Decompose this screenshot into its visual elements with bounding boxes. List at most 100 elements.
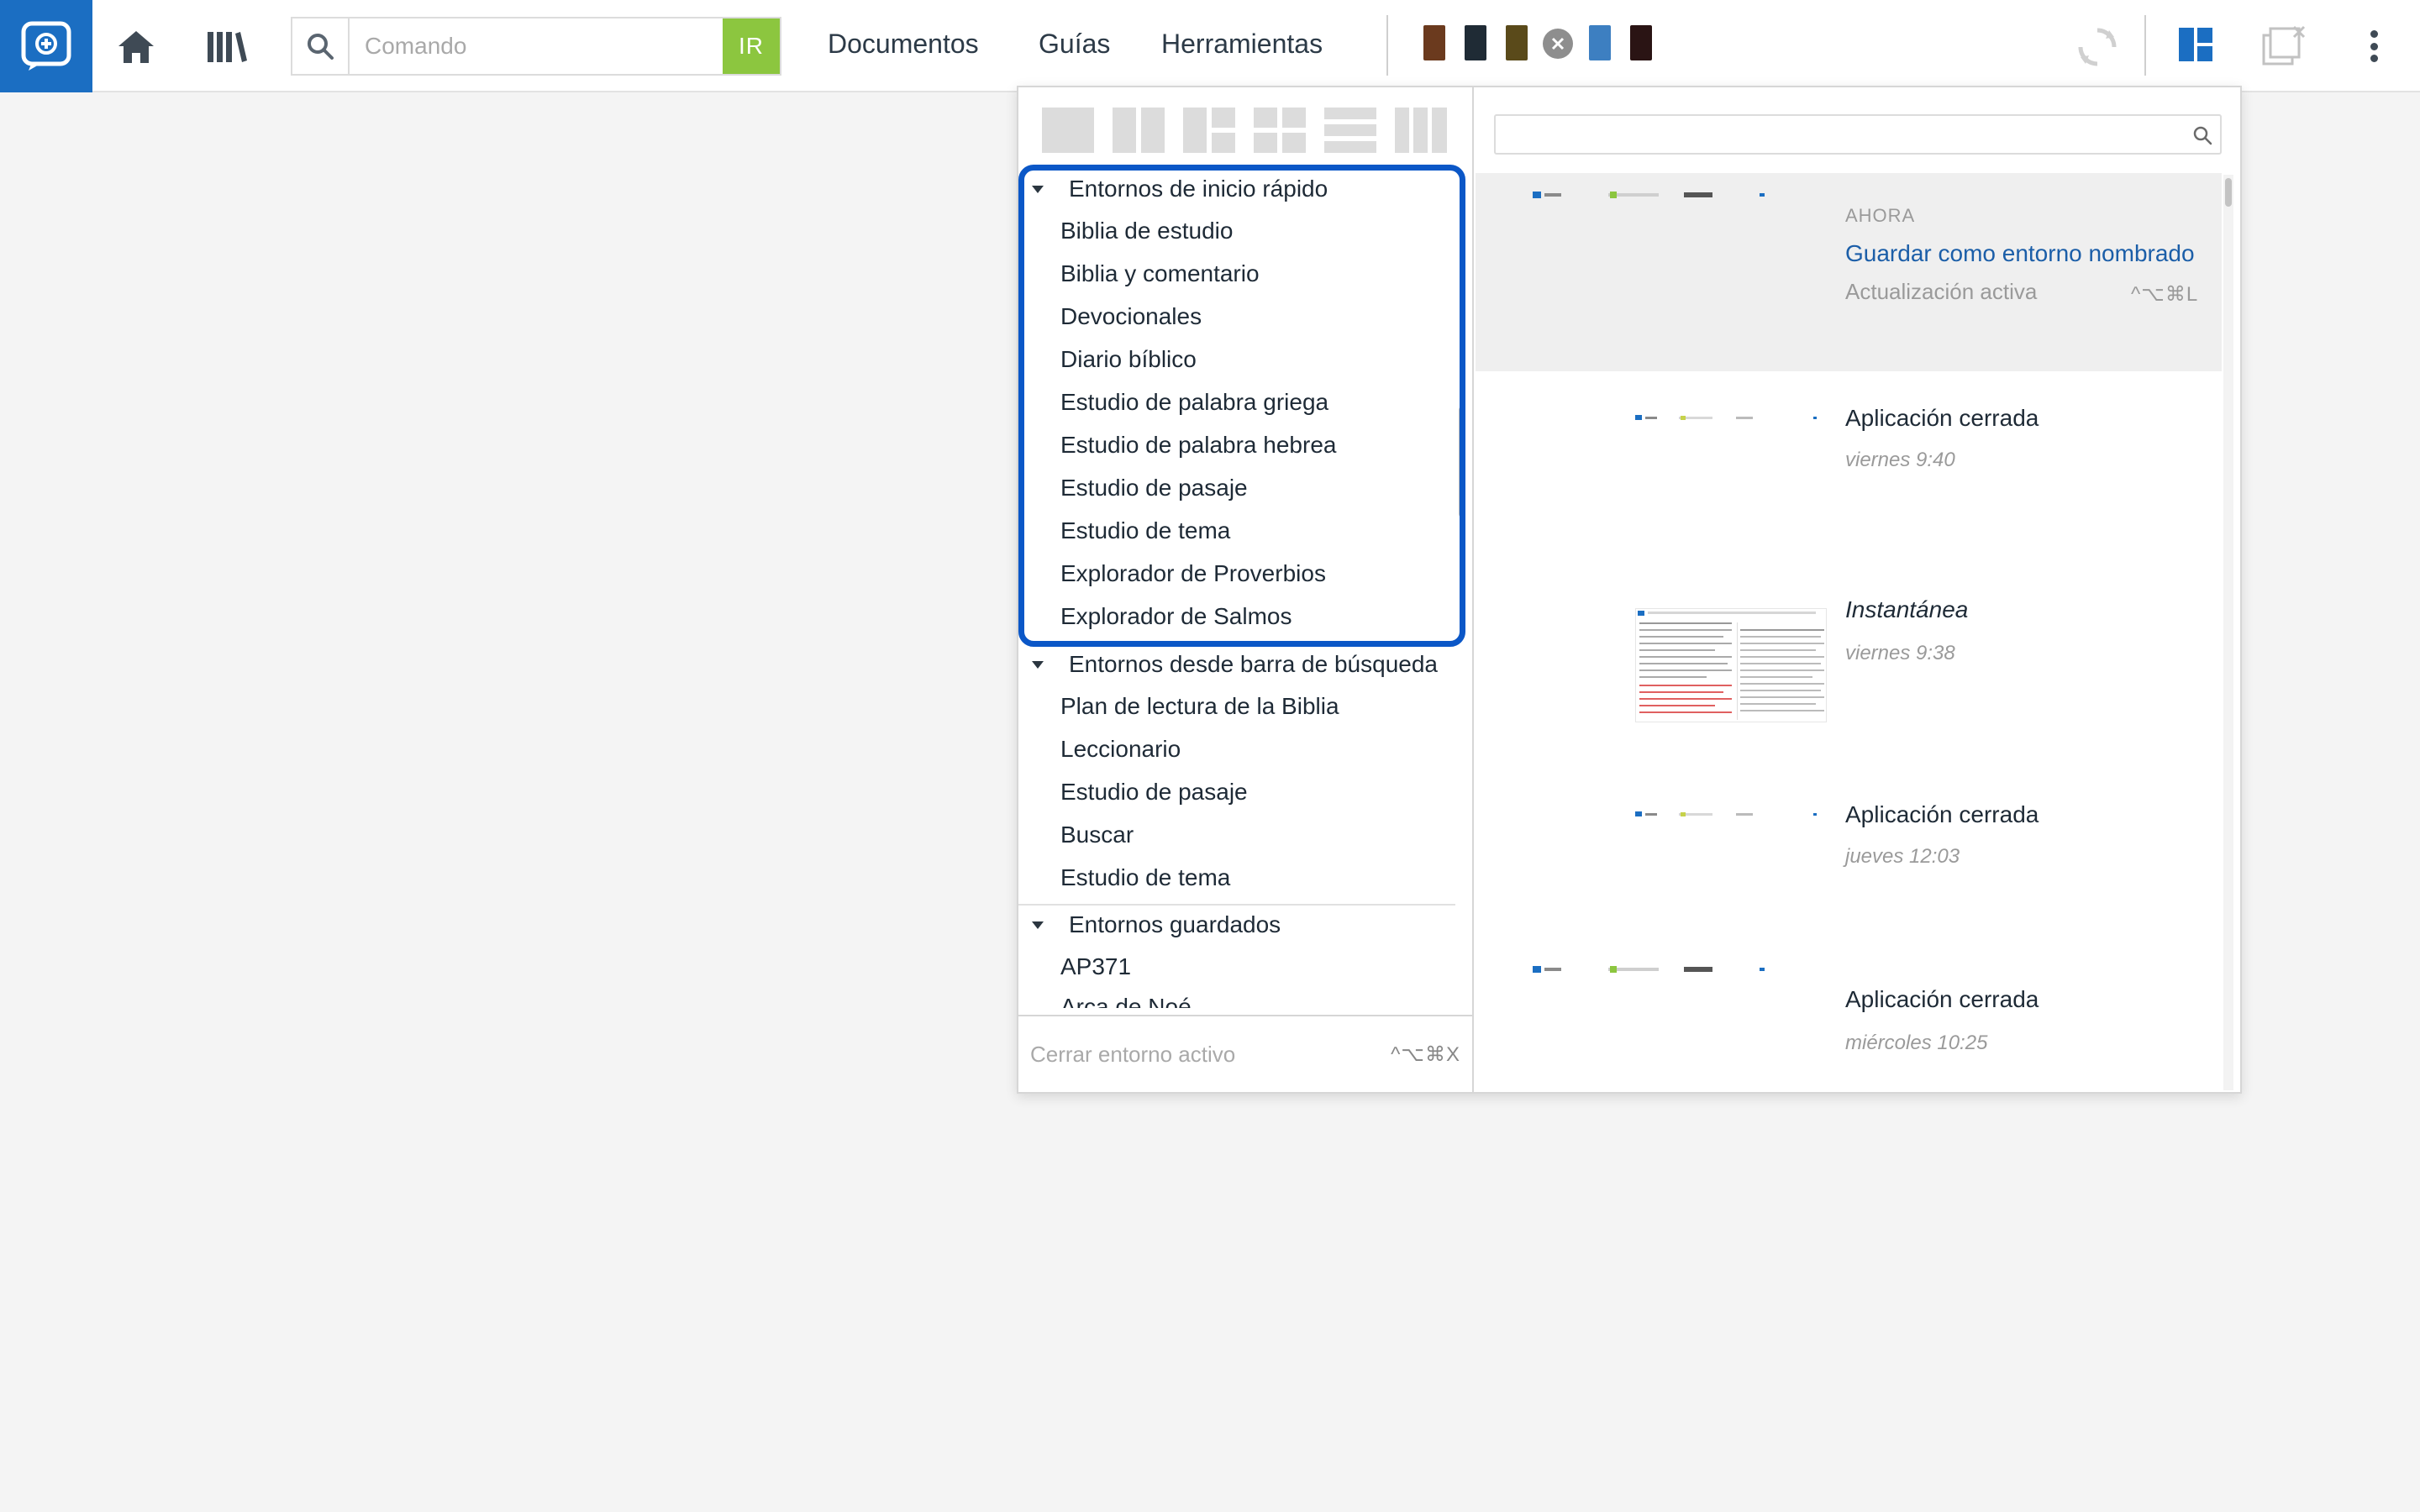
history-list: AHORA Guardar como entorno nombrado Actu… xyxy=(1476,173,2222,1092)
save-named-layout-link[interactable]: Guardar como entorno nombrado xyxy=(1845,240,2195,267)
history-time: viernes 9:40 xyxy=(1845,449,1955,471)
more-dot-icon xyxy=(2370,42,2378,50)
layout-thumbnail xyxy=(1533,192,1785,198)
history-time: jueves 12:03 xyxy=(1845,845,1960,868)
list-item[interactable]: Estudio de pasaje xyxy=(1060,467,1248,509)
list-item[interactable]: Plan de lectura de la Biblia xyxy=(1060,685,1339,727)
close-layout-row[interactable]: Cerrar entorno activo ^⌥⌘X xyxy=(1018,1015,1472,1092)
list-item[interactable]: Biblia de estudio xyxy=(1060,210,1233,252)
history-entry[interactable]: Instantánea viernes 9:38 xyxy=(1476,570,2222,768)
list-item[interactable]: Leccionario xyxy=(1060,728,1181,770)
layout-rows-icon[interactable] xyxy=(1324,108,1376,153)
recent-resource-6[interactable] xyxy=(1630,25,1652,60)
command-input[interactable] xyxy=(350,18,723,74)
history-search-box xyxy=(1494,114,2222,155)
tree-scrollbar-thumb[interactable] xyxy=(1459,407,1465,517)
layouts-icon xyxy=(2179,28,2212,61)
toolbar-divider-right xyxy=(2144,15,2146,76)
group-quickstart-layouts[interactable]: Entornos de inicio rápido xyxy=(1018,168,1464,210)
logos-logo-icon xyxy=(21,21,71,71)
history-title: Aplicación cerrada xyxy=(1845,801,2039,827)
layouts-panel: Entornos de inicio rápido Biblia de estu… xyxy=(1017,86,2242,1094)
history-entry-current[interactable]: AHORA Guardar como entorno nombrado Actu… xyxy=(1476,173,2222,371)
list-item[interactable]: Devocionales xyxy=(1060,296,1202,338)
recent-resource-3[interactable] xyxy=(1506,25,1528,60)
history-shortcut: ^⌥⌘L xyxy=(2131,283,2199,306)
more-dot-icon xyxy=(2370,30,2378,38)
expand-caret-icon xyxy=(1032,921,1044,929)
layout-four-panes-icon[interactable] xyxy=(1254,108,1306,153)
layout-thumbnail xyxy=(1635,811,1837,818)
layout-thumbnail xyxy=(1533,966,1785,973)
history-time: miércoles 10:25 xyxy=(1845,1032,1988,1054)
menu-guides[interactable]: Guías xyxy=(1039,29,1110,60)
list-item[interactable]: Biblia y comentario xyxy=(1060,253,1260,295)
list-item[interactable]: AP371 xyxy=(1060,946,1131,988)
history-scrollbar-thumb[interactable] xyxy=(2225,178,2232,207)
history-scrollbar[interactable] xyxy=(2223,175,2233,1090)
group-searchbar-layouts[interactable]: Entornos desde barra de búsqueda xyxy=(1018,643,1464,685)
home-button[interactable] xyxy=(113,24,160,71)
search-icon xyxy=(292,18,350,74)
close-panel-icon[interactable] xyxy=(2260,25,2307,67)
more-options-button[interactable] xyxy=(2361,25,2386,67)
top-toolbar: IR Documentos Guías Herramientas xyxy=(0,0,2420,92)
app-logo-button[interactable] xyxy=(0,0,92,92)
close-resource-icon[interactable] xyxy=(1543,29,1573,59)
list-item[interactable]: Estudio de tema xyxy=(1060,510,1230,552)
history-title: Instantánea xyxy=(1845,596,1969,622)
list-item[interactable]: Estudio de palabra hebrea xyxy=(1060,424,1336,466)
layout-three-panes-icon[interactable] xyxy=(1183,108,1235,153)
panel-layout-selector xyxy=(1042,108,1462,153)
sync-icon[interactable] xyxy=(2075,25,2119,69)
layouts-list-column: Entornos de inicio rápido Biblia de estu… xyxy=(1018,87,1474,1092)
library-button[interactable] xyxy=(202,24,252,71)
layout-single-icon[interactable] xyxy=(1042,108,1094,153)
history-entry[interactable]: Aplicación cerrada viernes 9:40 xyxy=(1476,371,2222,570)
list-item[interactable]: Estudio de pasaje xyxy=(1060,771,1248,813)
list-item[interactable]: Estudio de palabra griega xyxy=(1060,381,1328,423)
history-status: Actualización activa xyxy=(1845,279,2038,304)
list-item[interactable]: Explorador de Salmos xyxy=(1060,596,1292,638)
layout-history-column: AHORA Guardar como entorno nombrado Actu… xyxy=(1476,87,2240,1092)
group-title: Entornos desde barra de búsqueda xyxy=(1069,651,1438,677)
close-layout-shortcut: ^⌥⌘X xyxy=(1391,1042,1460,1066)
expand-caret-icon xyxy=(1032,660,1044,669)
layout-three-columns-icon[interactable] xyxy=(1395,108,1447,153)
layout-two-columns-icon[interactable] xyxy=(1113,108,1165,153)
home-icon xyxy=(118,31,154,63)
history-time: viernes 9:38 xyxy=(1845,642,1955,664)
layouts-button[interactable] xyxy=(2151,0,2240,89)
list-item[interactable]: Estudio de tema xyxy=(1060,857,1230,899)
group-title: Entornos guardados xyxy=(1069,911,1281,937)
tree-scrollbar[interactable] xyxy=(1459,407,1465,726)
layout-thumbnail xyxy=(1635,415,1837,422)
close-layout-label: Cerrar entorno activo xyxy=(1030,1041,1236,1067)
list-item[interactable]: Arca de Noé xyxy=(1060,986,1192,1008)
group-saved-layouts[interactable]: Entornos guardados xyxy=(1018,904,1464,946)
history-entry[interactable]: Aplicación cerrada miércoles 10:25 xyxy=(1476,966,2222,1092)
recent-resource-1[interactable] xyxy=(1423,25,1445,60)
group-title: Entornos de inicio rápido xyxy=(1069,176,1328,202)
toolbar-divider xyxy=(1386,15,1388,76)
history-title: Aplicación cerrada xyxy=(1845,405,2039,431)
history-entry[interactable]: Aplicación cerrada jueves 12:03 xyxy=(1476,768,2222,966)
go-button[interactable]: IR xyxy=(723,18,780,74)
layout-thumbnail xyxy=(1635,608,1827,722)
history-title: Aplicación cerrada xyxy=(1845,986,2039,1012)
menu-documents[interactable]: Documentos xyxy=(828,29,979,60)
recent-resource-5[interactable] xyxy=(1589,25,1611,60)
list-item[interactable]: Explorador de Proverbios xyxy=(1060,553,1326,595)
search-icon xyxy=(2193,126,2212,145)
library-icon xyxy=(208,32,247,62)
command-box: IR xyxy=(291,17,781,76)
expand-caret-icon xyxy=(1032,185,1044,193)
list-item[interactable]: Buscar xyxy=(1060,814,1134,856)
list-item[interactable]: Diario bíblico xyxy=(1060,339,1197,381)
recent-resource-2[interactable] xyxy=(1465,25,1486,60)
history-time-label: AHORA xyxy=(1845,205,1916,226)
history-search-input[interactable] xyxy=(1496,116,2185,153)
layouts-tree: Entornos de inicio rápido Biblia de estu… xyxy=(1018,168,1464,1008)
menu-tools[interactable]: Herramientas xyxy=(1161,29,1323,60)
more-dot-icon xyxy=(2370,55,2378,62)
